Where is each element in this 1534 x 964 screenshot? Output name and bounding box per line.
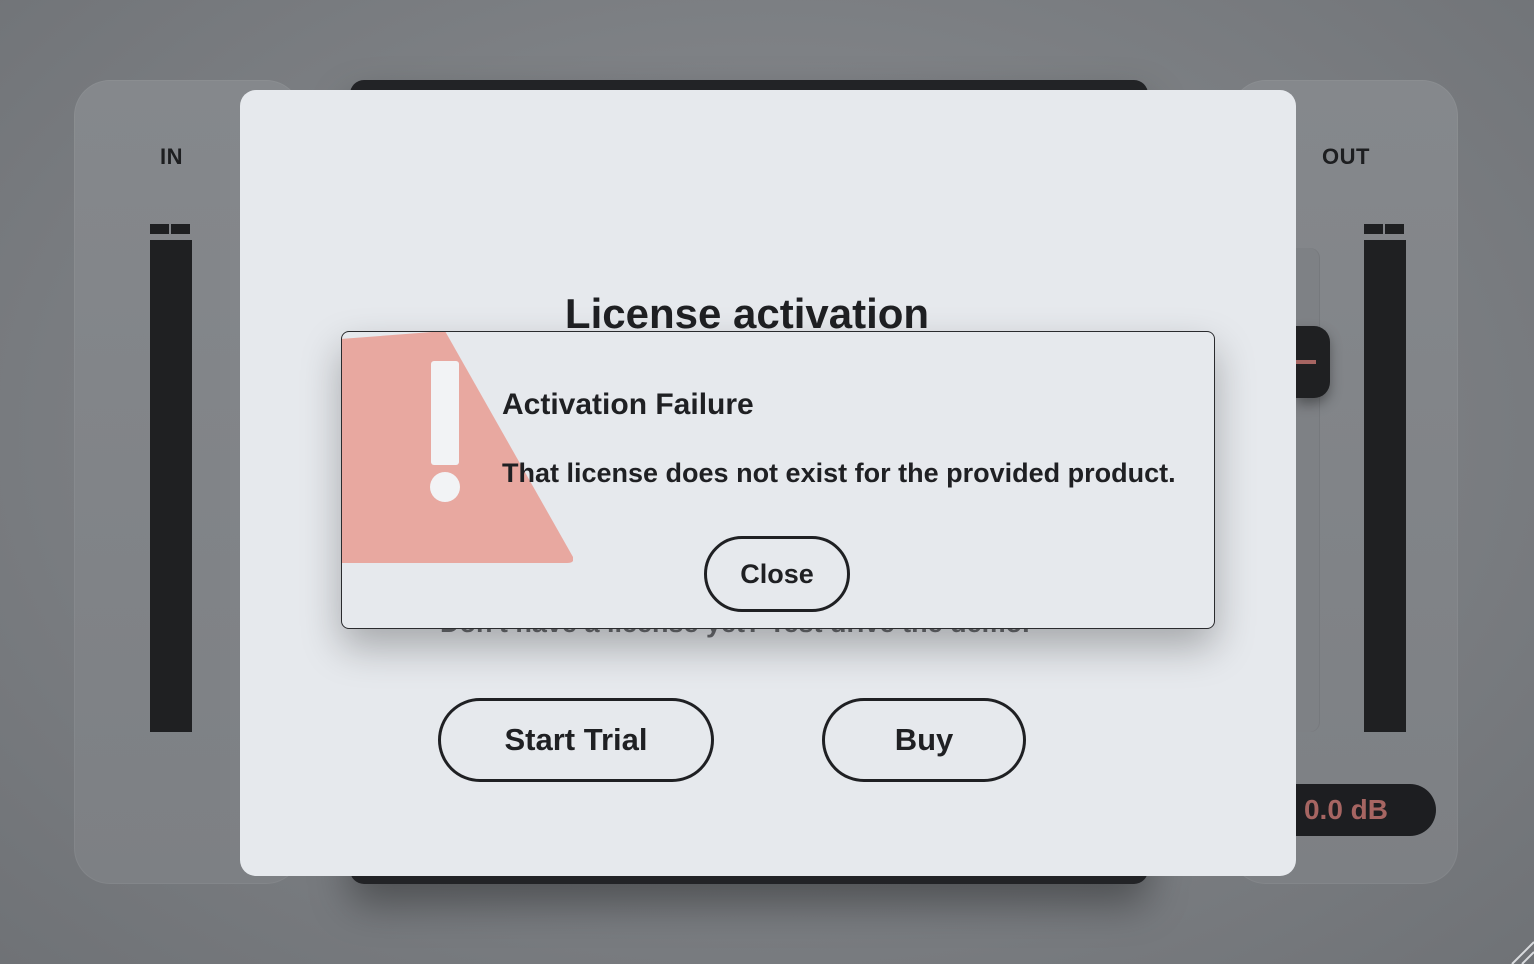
input-peak-indicator-right [171,224,190,234]
output-level-meter [1364,224,1406,732]
output-gain-fader-track[interactable] [1296,248,1320,732]
output-label: OUT [1322,144,1370,169]
activation-failure-dialog: Activation Failure That license does not… [341,331,1215,629]
resize-grip-icon[interactable] [1504,934,1534,964]
output-gain-fader-handle[interactable] [1296,326,1330,398]
output-peak-indicator-left [1364,224,1383,234]
start-trial-button[interactable]: Start Trial [438,698,714,782]
input-peak-indicator-left [150,224,169,234]
error-dialog-title: Activation Failure [502,388,754,421]
error-dialog-message: That license does not exist for the prov… [502,458,1176,488]
output-peak-indicator-right [1385,224,1404,234]
buy-button[interactable]: Buy [822,698,1026,782]
input-label: IN [160,144,183,169]
output-meter-bar [1364,240,1406,732]
fader-indicator-mark [1296,360,1316,364]
warning-icon [342,332,573,563]
input-meter-bar [150,240,192,732]
close-button[interactable]: Close [704,536,850,612]
input-level-meter [150,224,192,732]
